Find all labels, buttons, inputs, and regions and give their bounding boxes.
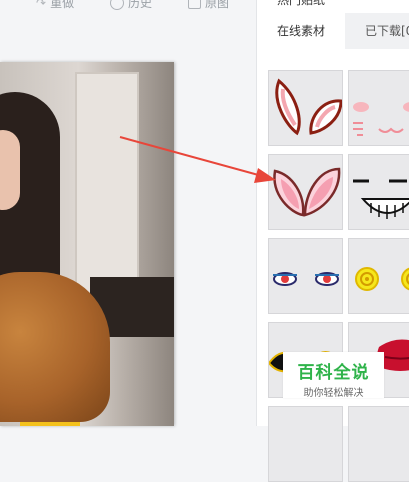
sticker-grin-face[interactable] [348,154,409,230]
original-image-button[interactable]: 原图 [188,0,229,11]
sticker-spiral-eyes[interactable] [348,238,409,314]
redo-button[interactable]: ↷ 重做 [36,0,74,11]
history-button[interactable]: 历史 [110,0,152,11]
history-icon [110,0,124,10]
toolbar: ↷ 重做 历史 原图 [0,0,256,14]
pink-bunny-ears-icon [273,167,341,217]
photo-person-face [0,130,20,210]
original-image-icon [188,0,201,9]
watermark-title: 百科全说 [297,363,370,383]
redo-icon: ↷ [36,0,47,10]
sticker-blush-face[interactable] [348,70,409,146]
watermark: 百科全说 助你轻松解决 [283,352,384,399]
eyes-icon [273,272,339,286]
history-label: 历史 [128,0,153,10]
redo-label: 重做 [50,0,75,10]
bunny-ears-outline-icon [275,78,342,136]
sticker-partial-2[interactable] [348,406,409,482]
grin-face-icon [353,179,409,219]
blush-face-icon [353,102,409,136]
sticker-eyes[interactable] [268,238,343,314]
edited-photo[interactable] [0,62,174,426]
tab-online-materials[interactable]: 在线素材 [257,13,345,49]
sticker-pink-bunny-ears[interactable] [268,154,343,230]
spiral-eyes-icon [355,267,409,291]
original-image-label: 原图 [205,0,230,10]
section-label: 热门贴纸 [277,0,326,7]
watermark-subtitle: 助你轻松解决 [303,388,364,399]
tab-downloaded[interactable]: 已下载[0 [345,13,409,49]
sticker-bunny-ears-outline[interactable] [268,70,343,146]
sticker-tabs: 在线素材 已下载[0 [257,13,409,49]
photo-door [75,72,139,296]
sticker-partial-1[interactable] [268,406,343,482]
